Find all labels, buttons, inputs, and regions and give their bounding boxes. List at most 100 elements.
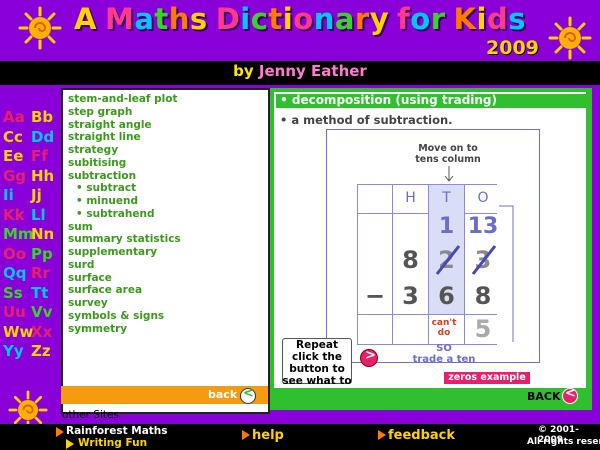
word-list-item[interactable]: subtraction xyxy=(68,170,181,183)
word-list-item[interactable]: • minuend xyxy=(68,195,181,208)
traded-tens-digit: 1 xyxy=(429,212,465,242)
title-letter: a xyxy=(334,2,355,36)
word-list: stem-and-leaf plot step graph straight ang… xyxy=(68,93,181,335)
down-arrow-icon xyxy=(444,166,454,182)
letter-e[interactable]: Ee xyxy=(3,147,23,165)
feedback-link[interactable]: feedback xyxy=(388,428,455,443)
title-letter: t xyxy=(154,2,169,36)
play-arrow-icon xyxy=(242,430,250,440)
subtrahend-tens: 6 xyxy=(429,278,465,314)
list-back-button[interactable]: back xyxy=(208,388,237,401)
letter-b[interactable]: Bb xyxy=(31,108,53,126)
letter-p[interactable]: Pp xyxy=(31,245,53,263)
next-step-button[interactable]: > xyxy=(360,348,378,367)
back-arrow-icon[interactable]: < xyxy=(562,386,578,404)
strike-ones-icon xyxy=(471,245,497,275)
definition-text: • a method of subtraction. xyxy=(280,113,453,127)
letter-z[interactable]: Zz xyxy=(31,342,51,360)
topic-title: • decomposition (using trading) xyxy=(280,93,498,107)
minus-sign: − xyxy=(357,278,393,314)
word-list-item[interactable]: stem-and-leaf plot xyxy=(68,93,181,106)
title-letter: r xyxy=(354,2,370,36)
word-list-item[interactable]: straight angle xyxy=(68,119,181,132)
title-letter: r xyxy=(430,2,446,36)
word-list-item[interactable]: supplementary xyxy=(68,246,181,259)
title-letter: A xyxy=(74,2,97,36)
rainforest-maths-link[interactable]: Rainforest Maths xyxy=(66,425,168,437)
word-list-item[interactable]: • subtract xyxy=(68,182,181,195)
title-letter: h xyxy=(168,2,190,36)
cant-do-note: can't do xyxy=(431,318,457,338)
letter-n[interactable]: Nn xyxy=(31,225,54,243)
word-list-item[interactable]: surd xyxy=(68,259,181,272)
title-letter: n xyxy=(313,2,335,36)
trade-label: trade a ten xyxy=(412,354,476,365)
title-letter: M xyxy=(104,2,135,36)
letter-y[interactable]: Yy xyxy=(3,342,24,360)
letter-f[interactable]: Ff xyxy=(31,147,48,165)
word-list-item[interactable]: survey xyxy=(68,297,181,310)
play-arrow-icon xyxy=(56,427,64,437)
minuend-hundreds: 8 xyxy=(393,242,429,278)
play-arrow-icon xyxy=(66,439,74,449)
letter-i[interactable]: Ii xyxy=(3,186,14,204)
letter-g[interactable]: Gg xyxy=(3,167,26,185)
byline-prefix: by xyxy=(233,62,254,80)
title-letter: s xyxy=(508,2,526,36)
letter-r[interactable]: Rr xyxy=(31,264,50,282)
title-letter: o xyxy=(293,2,314,36)
traded-row: 1 13 xyxy=(357,212,498,242)
title-letter: y xyxy=(369,2,390,36)
word-list-item[interactable]: symmetry xyxy=(68,323,181,336)
ones-header: O xyxy=(477,190,489,206)
letter-o[interactable]: Oo xyxy=(3,245,26,263)
word-list-item[interactable]: subitising xyxy=(68,157,181,170)
letter-h[interactable]: Hh xyxy=(31,167,54,185)
word-list-item[interactable]: • subtrahend xyxy=(68,208,181,221)
title-letter: f xyxy=(397,2,411,36)
trade-note: SO trade a ten xyxy=(400,343,488,365)
title-letter: d xyxy=(486,2,509,36)
main-back-button[interactable]: BACK xyxy=(527,390,561,403)
word-list-item[interactable]: strategy xyxy=(68,144,181,157)
author-name: Jenny Eather xyxy=(258,62,367,80)
word-list-item[interactable]: sum xyxy=(68,221,181,234)
so-label: SO xyxy=(436,343,452,354)
letter-s[interactable]: Ss xyxy=(3,284,23,302)
word-list-item[interactable]: surface xyxy=(68,272,181,285)
byline: by Jenny Eather xyxy=(0,62,600,80)
word-list-item[interactable]: surface area xyxy=(68,284,181,297)
letter-w[interactable]: Ww xyxy=(3,323,33,341)
column-header-row: H T O xyxy=(357,184,497,214)
letter-c[interactable]: Cc xyxy=(3,128,23,146)
site-title: A Maths Dictionary for Kids xyxy=(0,2,600,36)
letter-k[interactable]: Kk xyxy=(3,206,25,224)
letter-u[interactable]: Uu xyxy=(3,303,26,321)
word-list-item[interactable]: straight line xyxy=(68,131,181,144)
letter-q[interactable]: Qq xyxy=(3,264,27,282)
letter-j[interactable]: Jj xyxy=(31,186,42,204)
result-row: 5 xyxy=(357,314,497,345)
letter-v[interactable]: Vv xyxy=(31,303,52,321)
word-list-item[interactable]: step graph xyxy=(68,106,181,119)
zeros-example-button[interactable]: zeros example > xyxy=(444,372,530,395)
letter-a[interactable]: Aa xyxy=(3,108,25,126)
play-arrow-icon xyxy=(378,430,386,440)
letter-x[interactable]: Xx xyxy=(31,323,52,341)
word-list-panel: stem-and-leaf plot step graph straight ang… xyxy=(61,88,270,414)
writing-fun-link[interactable]: Writing Fun xyxy=(78,437,147,449)
help-link[interactable]: help xyxy=(252,428,284,443)
strike-tens-icon xyxy=(435,245,461,275)
title-letter: i xyxy=(282,2,294,36)
letter-t[interactable]: Tt xyxy=(31,284,48,302)
subtrahend-row: − 3 6 8 xyxy=(357,278,497,315)
subtrahend-ones: 8 xyxy=(474,282,492,310)
letter-m[interactable]: Mm xyxy=(3,225,34,243)
back-arrow-icon[interactable]: < xyxy=(240,386,256,404)
title-letter: o xyxy=(410,2,431,36)
letter-l[interactable]: Ll xyxy=(31,206,46,224)
word-list-item[interactable]: summary statistics xyxy=(68,233,181,246)
word-list-item[interactable]: symbols & signs xyxy=(68,310,181,323)
letter-d[interactable]: Dd xyxy=(31,128,54,146)
move-on-note: Move on to tens column xyxy=(415,143,481,165)
